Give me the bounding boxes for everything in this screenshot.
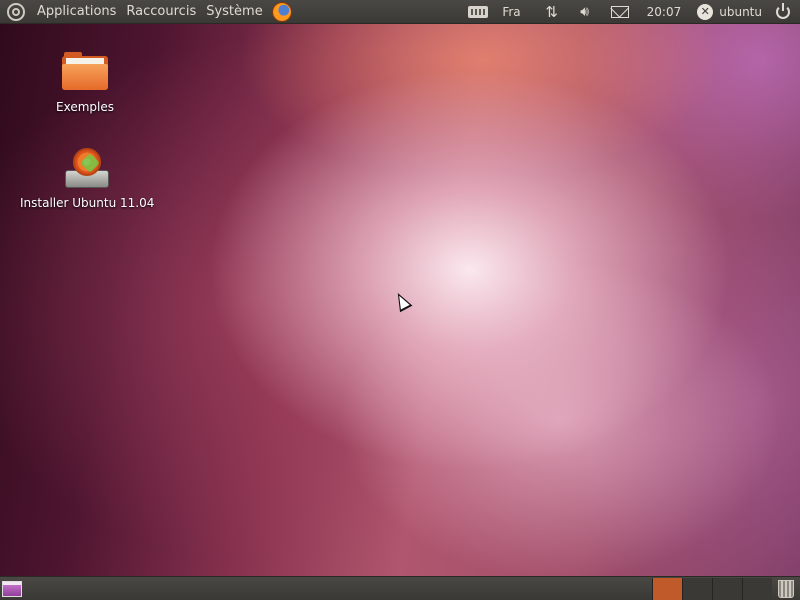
firefox-launcher-icon[interactable] (271, 1, 292, 22)
volume-icon[interactable]: 🔊︎ (575, 3, 595, 21)
folder-icon (61, 52, 108, 90)
mail-icon[interactable] (610, 5, 629, 18)
desktop-icon-label: Exemples (56, 100, 114, 114)
user-status-icon[interactable]: ✕ (697, 3, 714, 20)
installer-icon (63, 148, 111, 190)
workspace-1[interactable] (652, 577, 682, 600)
top-panel: Applications Raccourcis Système Fra ⇅ 🔊︎… (0, 0, 800, 24)
menu-system[interactable]: Système (201, 0, 267, 24)
menu-applications[interactable]: Applications (32, 0, 121, 24)
bottom-panel (0, 576, 800, 600)
network-icon[interactable]: ⇅ (543, 3, 561, 21)
desktop-icon-installer[interactable]: Installer Ubuntu 11.04 (20, 148, 154, 210)
clock[interactable]: 20:07 (647, 0, 682, 24)
desktop-icon-label: Installer Ubuntu 11.04 (20, 196, 155, 210)
desktop-icon-examples[interactable]: Exemples (56, 52, 114, 114)
power-icon[interactable] (776, 2, 790, 19)
keyboard-layout-indicator[interactable]: Fra (502, 0, 520, 24)
menu-places[interactable]: Raccourcis (121, 0, 201, 24)
user-name[interactable]: ubuntu (719, 0, 762, 24)
keyboard-icon[interactable] (468, 5, 489, 18)
workspace-2[interactable] (682, 577, 712, 600)
trash-icon[interactable] (778, 579, 794, 598)
workspace-4[interactable] (742, 577, 772, 600)
show-desktop-icon[interactable] (2, 580, 22, 597)
workspace-3[interactable] (712, 577, 742, 600)
ubuntu-logo-icon[interactable] (7, 2, 25, 21)
